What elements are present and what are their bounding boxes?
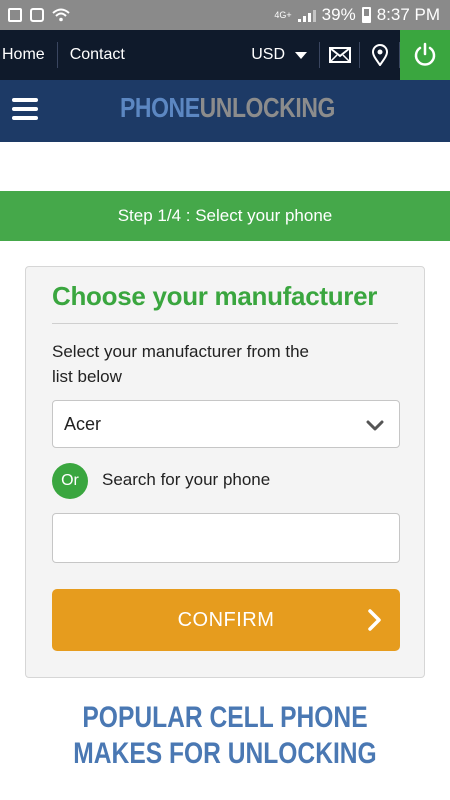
manufacturer-card: Choose your manufacturer Select your man…: [25, 266, 425, 678]
currency-label: USD: [251, 46, 285, 63]
logo-part-1: PHONE: [120, 92, 200, 123]
battery-percent: 39%: [321, 5, 356, 24]
hamburger-menu-icon[interactable]: [12, 98, 38, 120]
power-icon: [414, 42, 436, 66]
phone-search-input[interactable]: [52, 513, 400, 563]
step-banner: Step 1/4 : Select your phone: [0, 191, 450, 241]
confirm-button[interactable]: CONFIRM: [52, 589, 400, 651]
caret-down-icon: [295, 51, 307, 59]
signal-icon: [297, 8, 316, 22]
site-logo[interactable]: PHONEUNLOCKING: [120, 92, 335, 124]
or-badge: Or: [52, 463, 88, 499]
status-bar: 4G+ 39% 8:37 PM: [0, 0, 450, 30]
manufacturer-selected-value: Acer: [64, 413, 102, 434]
recycle-icon: [30, 8, 44, 22]
mail-icon: [328, 47, 351, 63]
step-label: Step 1/4 : Select your phone: [117, 206, 333, 225]
clock: 8:37 PM: [376, 5, 440, 24]
chevron-down-icon: [366, 420, 384, 431]
currency-selector[interactable]: USD: [251, 42, 320, 68]
gallery-icon: [8, 8, 22, 22]
brand-header: PHONEUNLOCKING: [0, 80, 450, 142]
network-type: 4G+: [274, 9, 292, 20]
popular-makes-heading: Popular cell phone makes for unlocking: [73, 701, 377, 770]
card-title: Choose your manufacturer: [52, 281, 378, 311]
card-subtitle: Select your manufacturer from the list b…: [52, 342, 310, 386]
chevron-right-icon: [368, 609, 381, 631]
location-pin-icon: [371, 44, 388, 66]
power-button[interactable]: [400, 30, 450, 80]
divider: [52, 323, 398, 324]
logo-part-2: UNLOCKING: [199, 92, 336, 123]
mail-button[interactable]: [320, 42, 360, 68]
location-button[interactable]: [360, 42, 400, 68]
battery-icon: [361, 7, 371, 23]
top-nav: Home Contact USD: [0, 30, 450, 80]
search-label: Search for your phone: [102, 470, 271, 489]
nav-home-link[interactable]: Home: [0, 42, 58, 68]
confirm-label: CONFIRM: [177, 608, 275, 631]
wifi-icon: [52, 8, 70, 22]
manufacturer-select[interactable]: Acer: [52, 400, 400, 448]
nav-contact-link[interactable]: Contact: [58, 42, 137, 68]
